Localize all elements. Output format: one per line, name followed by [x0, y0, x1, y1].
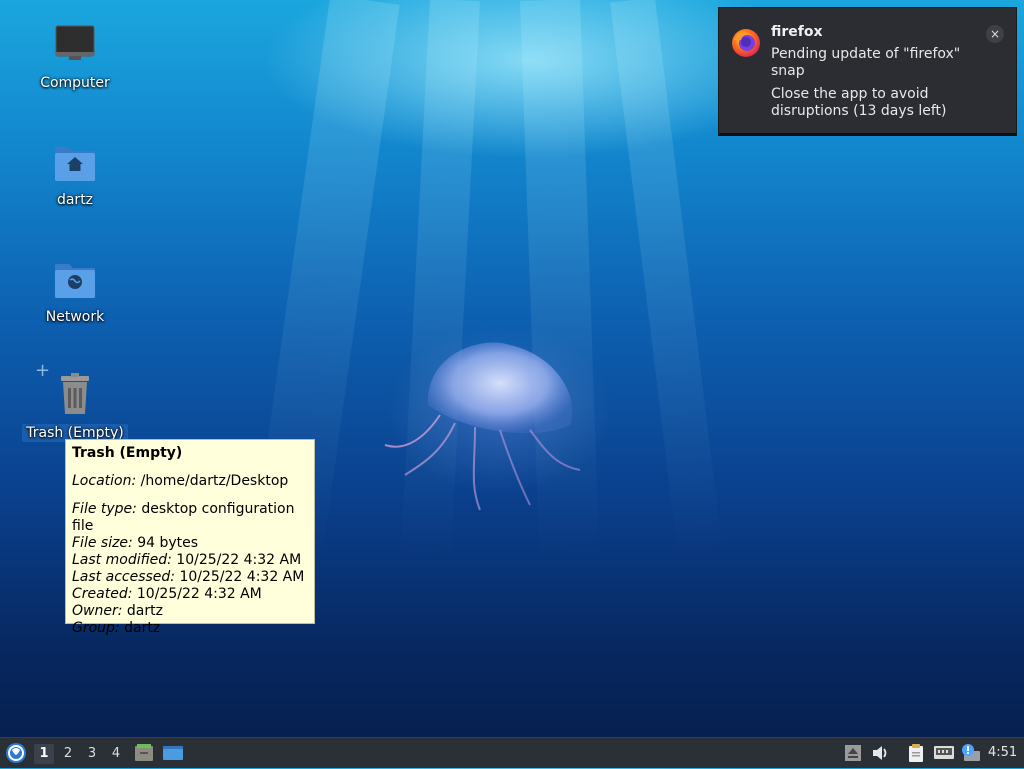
notification-title: firefox: [771, 24, 823, 40]
file-manager-icon[interactable]: [134, 743, 154, 763]
show-desktop-icon[interactable]: [162, 743, 183, 763]
eject-icon[interactable]: [843, 743, 863, 763]
notification-close-button[interactable]: ×: [986, 25, 1004, 43]
desktop-icon-label: Computer: [40, 75, 110, 91]
volume-icon[interactable]: [870, 743, 890, 763]
tooltip-title: Trash (Empty): [72, 445, 183, 461]
tooltip-created: Created: 10/25/22 4:32 AM: [72, 586, 262, 602]
firefox-icon: [731, 28, 761, 58]
tooltip-file-type: File type: desktop configuration file: [72, 501, 295, 534]
tooltip-owner: Owner: dartz: [72, 603, 163, 619]
workspace-3[interactable]: 3: [82, 744, 102, 764]
workspace-4[interactable]: 4: [106, 744, 126, 764]
clipboard-icon[interactable]: [906, 743, 926, 763]
notification-body: Pending update of "firefox" snap Close t…: [771, 46, 991, 120]
network-folder-icon: [51, 256, 99, 304]
notification-line-1: Pending update of "firefox" snap: [771, 46, 961, 79]
panel-clock[interactable]: 4:51: [988, 745, 1017, 760]
tooltip-last-modified: Last modified: 10/25/22 4:32 AM: [72, 552, 302, 568]
drag-plus-icon: +: [35, 360, 51, 381]
desktop-icon-trash[interactable]: Trash (Empty): [20, 372, 130, 442]
file-info-tooltip: Trash (Empty) Location: /home/dartz/Desk…: [65, 439, 315, 636]
xubuntu-logo-icon: [6, 743, 26, 763]
desktop-icon-label: Network: [45, 309, 105, 325]
workspace-2[interactable]: 2: [58, 744, 78, 764]
tooltip-location: Location: /home/dartz/Desktop: [72, 473, 289, 489]
tooltip-file-size: File size: 94 bytes: [72, 535, 199, 551]
notification-popup[interactable]: firefox Pending update of "firefox" snap…: [718, 7, 1017, 136]
tooltip-group: Group: dartz: [72, 620, 161, 636]
whisker-menu-button[interactable]: [4, 741, 28, 765]
notification-line-2: Close the app to avoid disruptions (13 d…: [771, 86, 947, 119]
desktop-icon-network[interactable]: Network: [20, 256, 130, 326]
bottom-panel: 1 2 3 4 4:51: [0, 737, 1024, 768]
computer-icon: [51, 22, 99, 70]
jellyfish-image: [384, 342, 581, 511]
tooltip-last-accessed: Last accessed: 10/25/22 4:32 AM: [72, 569, 305, 585]
network-wired-icon[interactable]: [933, 743, 954, 763]
desktop-icon-home[interactable]: dartz: [20, 139, 130, 209]
desktop-icon-computer[interactable]: Computer: [20, 22, 130, 92]
home-folder-icon: [51, 139, 99, 187]
desktop-icon-label: dartz: [56, 192, 94, 208]
update-notifier-icon[interactable]: [960, 743, 980, 763]
trash-icon: [51, 372, 99, 420]
workspace-1[interactable]: 1: [34, 744, 54, 764]
